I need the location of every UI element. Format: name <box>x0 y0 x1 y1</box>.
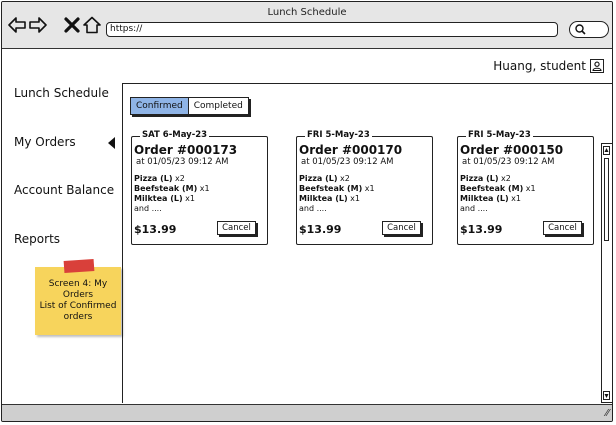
tab-confirmed[interactable]: Confirmed <box>131 98 189 114</box>
order-total: $13.99 <box>460 223 503 236</box>
item-qty: x1 <box>362 184 375 193</box>
order-items: Pizza (L) x2 Beefsteak (M) x1 Milktea (L… <box>460 174 536 214</box>
home-icon[interactable] <box>83 16 101 34</box>
order-time: at 01/05/23 09:12 AM <box>136 157 229 167</box>
more-items: and .... <box>134 204 162 213</box>
user-area[interactable]: Huang, student <box>493 59 604 73</box>
note-pin <box>63 258 95 274</box>
item-qty: x2 <box>337 174 350 183</box>
close-icon[interactable] <box>63 16 81 34</box>
back-arrow-icon[interactable] <box>8 16 26 34</box>
item-qty: x1 <box>197 184 210 193</box>
order-date: FRI 5-May-23 <box>305 130 372 140</box>
user-icon[interactable] <box>590 59 604 73</box>
order-date: FRI 5-May-23 <box>466 130 533 140</box>
item-qty: x1 <box>347 194 360 203</box>
note-line-4: orders <box>63 312 93 322</box>
browser-chrome: Lunch Schedule https:// <box>2 2 612 49</box>
cancel-button[interactable]: Cancel <box>543 221 582 235</box>
order-status-tabs: Confirmed Completed <box>130 97 249 115</box>
search-icon <box>575 24 586 35</box>
sidebar-item-account-balance[interactable]: Account Balance <box>14 183 114 197</box>
order-card: FRI 5-May-23 Order #000170 at 01/05/23 0… <box>296 130 433 245</box>
order-number: Order #000150 <box>460 143 564 157</box>
browser-window: Lunch Schedule https:// Huang, student L… <box>1 1 613 422</box>
url-field[interactable]: https:// <box>106 22 558 37</box>
scrollbar-thumb[interactable] <box>604 158 609 241</box>
vertical-scrollbar[interactable] <box>601 143 612 403</box>
item-name: Beefsteak (M) <box>299 184 363 193</box>
sidebar-item-my-orders[interactable]: My Orders <box>14 135 76 149</box>
tab-completed[interactable]: Completed <box>189 98 248 114</box>
search-field[interactable] <box>569 21 609 38</box>
item-qty: x2 <box>498 174 511 183</box>
order-total: $13.99 <box>299 223 342 236</box>
item-name: Beefsteak (M) <box>460 184 524 193</box>
item-name: Pizza (L) <box>460 174 499 183</box>
order-total: $13.99 <box>134 223 177 236</box>
note-line-2: Orders <box>62 290 94 300</box>
more-items: and .... <box>299 204 327 213</box>
sticky-note: Screen 4: My Orders List of Confirmed or… <box>35 258 121 335</box>
resize-grip-icon[interactable]: ⁄⁄ <box>606 408 609 419</box>
order-date: SAT 6-May-23 <box>140 130 210 140</box>
item-qty: x1 <box>182 194 195 203</box>
scroll-up-icon[interactable] <box>603 146 610 155</box>
order-card: FRI 5-May-23 Order #000150 at 01/05/23 0… <box>457 130 594 245</box>
sidebar-item-lunch-schedule[interactable]: Lunch Schedule <box>14 86 109 100</box>
order-number: Order #000173 <box>134 143 238 157</box>
cancel-button[interactable]: Cancel <box>217 221 256 235</box>
item-name: Beefsteak (M) <box>134 184 198 193</box>
order-number: Order #000170 <box>299 143 403 157</box>
more-items: and .... <box>460 204 488 213</box>
triangle-left-icon <box>108 137 115 149</box>
item-name: Pizza (L) <box>299 174 338 183</box>
order-time: at 01/05/23 09:12 AM <box>301 157 394 167</box>
scroll-down-icon[interactable] <box>603 391 610 400</box>
item-qty: x1 <box>508 194 521 203</box>
note-line-1: Screen 4: My <box>48 279 108 289</box>
cancel-button[interactable]: Cancel <box>382 221 421 235</box>
item-qty: x2 <box>172 174 185 183</box>
forward-arrow-icon[interactable] <box>29 16 47 34</box>
order-items: Pizza (L) x2 Beefsteak (M) x1 Milktea (L… <box>134 174 210 214</box>
item-qty: x1 <box>523 184 536 193</box>
item-name: Milktea (L) <box>460 194 509 203</box>
order-items: Pizza (L) x2 Beefsteak (M) x1 Milktea (L… <box>299 174 375 214</box>
user-name: Huang, student <box>493 59 586 73</box>
item-name: Milktea (L) <box>299 194 348 203</box>
status-bar: ⁄⁄ <box>2 404 612 421</box>
item-name: Milktea (L) <box>134 194 183 203</box>
order-card: SAT 6-May-23 Order #000173 at 01/05/23 0… <box>131 130 268 245</box>
item-name: Pizza (L) <box>134 174 173 183</box>
note-line-3: List of Confirmed <box>39 301 117 311</box>
sidebar-item-reports[interactable]: Reports <box>14 232 60 246</box>
order-time: at 01/05/23 09:12 AM <box>462 157 555 167</box>
